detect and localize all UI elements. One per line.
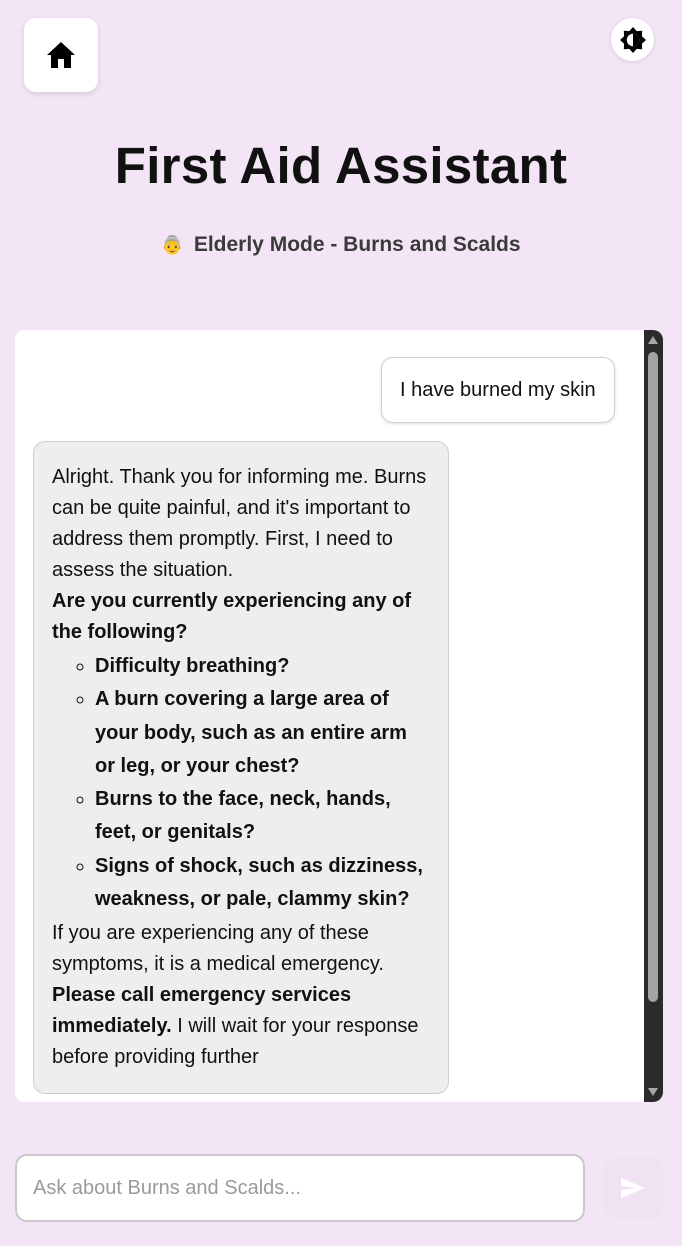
symptom-list: Difficulty breathing? A burn covering a … [52,650,431,916]
message-input[interactable] [15,1154,585,1222]
send-icon [621,1178,645,1198]
assistant-intro-text: Alright. Thank you for informing me. Bur… [52,466,427,581]
symptom-list-item: A burn covering a large area of your bod… [95,683,431,783]
assistant-emergency-text: If you are experiencing any of these sym… [52,922,384,976]
home-icon [47,42,75,68]
assistant-message: Alright. Thank you for informing me. Bur… [33,441,449,1095]
mode-subtitle: 👵 Elderly Mode - Burns and Scalds [0,233,682,257]
scrollbar-thumb[interactable] [648,352,658,1002]
scroll-up-arrow-icon[interactable] [648,336,658,344]
chat-scrollbar[interactable] [644,330,663,1102]
page-title: First Aid Assistant [114,137,568,194]
symptom-list-item: Burns to the face, neck, hands, feet, or… [95,783,431,850]
scroll-down-arrow-icon[interactable] [648,1088,658,1096]
brightness-icon [619,26,646,53]
home-button[interactable] [24,18,98,92]
user-message: I have burned my skin [381,357,615,423]
assistant-emergency-paragraph: If you are experiencing any of these sym… [52,918,431,1073]
chat-message-list[interactable]: I have burned my skin Alright. Thank you… [15,330,644,1102]
assistant-question-text: Are you currently experiencing any of th… [52,590,411,643]
symptom-list-item: Signs of shock, such as dizziness, weakn… [95,850,431,917]
app-page: First Aid Assistant 👵 Elderly Mode - Bur… [0,0,682,1246]
chat-panel: I have burned my skin Alright. Thank you… [15,330,663,1102]
mode-subtitle-text: Elderly Mode - Burns and Scalds [193,233,521,256]
send-button[interactable] [603,1158,663,1218]
elderly-person-icon: 👵 [161,235,184,255]
symptom-list-item: Difficulty breathing? [95,650,431,683]
theme-toggle-button[interactable] [611,18,654,61]
